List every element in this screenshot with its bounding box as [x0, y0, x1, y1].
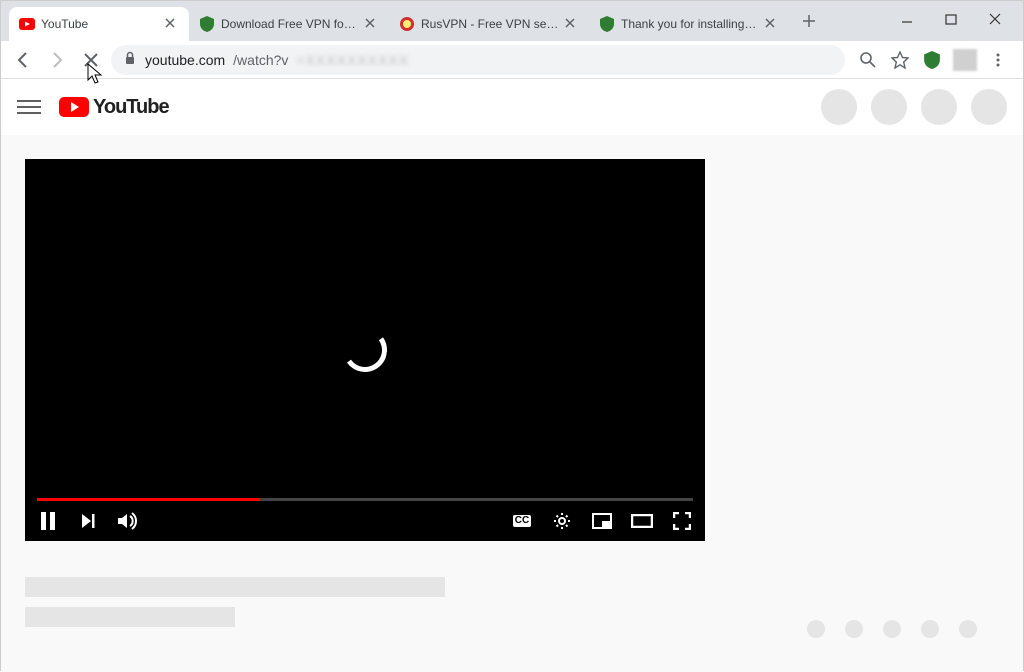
back-button[interactable] — [9, 46, 37, 74]
skeleton-dot — [959, 620, 977, 638]
skeleton-dot — [883, 620, 901, 638]
zoom-icon[interactable] — [857, 49, 879, 71]
skeleton-line — [25, 577, 445, 597]
youtube-header: YouTube — [1, 79, 1023, 135]
close-icon[interactable] — [565, 17, 579, 31]
youtube-logo-text: YouTube — [93, 96, 169, 119]
theater-mode-button[interactable] — [631, 510, 653, 532]
tab-title: YouTube — [41, 17, 159, 31]
tab-thank-you[interactable]: Thank you for installing ou — [589, 7, 789, 41]
player-controls: CC — [25, 501, 705, 541]
url-path: /watch?v — [233, 52, 288, 68]
skeleton-circle — [821, 89, 857, 125]
skeleton-dot — [921, 620, 939, 638]
captions-button[interactable]: CC — [511, 510, 533, 532]
video-column: CC — [25, 159, 705, 637]
youtube-logo[interactable]: YouTube — [59, 96, 169, 119]
miniplayer-button[interactable] — [591, 510, 613, 532]
tab-rusvpn[interactable]: RusVPN - Free VPN servic — [389, 7, 589, 41]
maximize-button[interactable] — [937, 9, 965, 29]
fullscreen-button[interactable] — [671, 510, 693, 532]
skeleton-circle — [871, 89, 907, 125]
skeleton-dot — [845, 620, 863, 638]
hamburger-menu-icon[interactable] — [17, 95, 41, 119]
forward-button[interactable] — [43, 46, 71, 74]
kebab-menu-icon[interactable] — [987, 49, 1009, 71]
close-icon[interactable] — [365, 17, 379, 31]
tab-title: Thank you for installing ou — [621, 17, 759, 31]
shield-icon — [599, 16, 615, 32]
next-button[interactable] — [77, 510, 99, 532]
tab-title: RusVPN - Free VPN servic — [421, 17, 559, 31]
tab-title: Download Free VPN for Go — [221, 17, 359, 31]
settings-gear-icon[interactable] — [551, 510, 573, 532]
header-skeleton — [821, 89, 1007, 125]
loading-spinner-icon — [340, 325, 391, 376]
close-icon[interactable] — [165, 17, 179, 31]
youtube-play-icon — [59, 97, 89, 117]
skeleton-line — [25, 607, 235, 627]
skeleton-dot — [807, 620, 825, 638]
toolbar-right — [851, 49, 1015, 71]
bookmark-star-icon[interactable] — [889, 49, 911, 71]
url-obscured: =XXXXXXXXXX — [296, 52, 409, 68]
content-area: CC — [1, 135, 1023, 661]
skeleton-circle — [971, 89, 1007, 125]
profile-avatar[interactable] — [953, 49, 977, 71]
title-skeleton — [25, 577, 705, 627]
tab-youtube[interactable]: YouTube — [9, 7, 189, 41]
video-player[interactable]: CC — [25, 159, 705, 541]
close-icon[interactable] — [765, 17, 779, 31]
shield-icon — [199, 16, 215, 32]
browser-tabstrip: YouTube Download Free VPN for Go RusVPN … — [1, 1, 1023, 41]
url-host: youtube.com — [145, 52, 225, 68]
cc-label: CC — [513, 515, 531, 527]
window-controls — [881, 3, 1021, 35]
stop-reload-button[interactable] — [77, 46, 105, 74]
new-tab-button[interactable] — [795, 7, 823, 35]
extension-shield-icon[interactable] — [921, 49, 943, 71]
close-window-button[interactable] — [981, 9, 1009, 29]
browser-toolbar: youtube.com/watch?v =XXXXXXXXXX — [1, 41, 1023, 79]
tab-download-vpn[interactable]: Download Free VPN for Go — [189, 7, 389, 41]
youtube-icon — [19, 16, 35, 32]
minimize-button[interactable] — [893, 9, 921, 29]
lock-icon — [123, 51, 137, 68]
skeleton-circle — [921, 89, 957, 125]
volume-button[interactable] — [117, 510, 139, 532]
pause-button[interactable] — [37, 510, 59, 532]
rusvpn-icon — [399, 16, 415, 32]
page-content: YouTube — [1, 79, 1023, 672]
address-bar[interactable]: youtube.com/watch?v =XXXXXXXXXX — [111, 45, 845, 75]
action-skeleton — [807, 620, 977, 638]
